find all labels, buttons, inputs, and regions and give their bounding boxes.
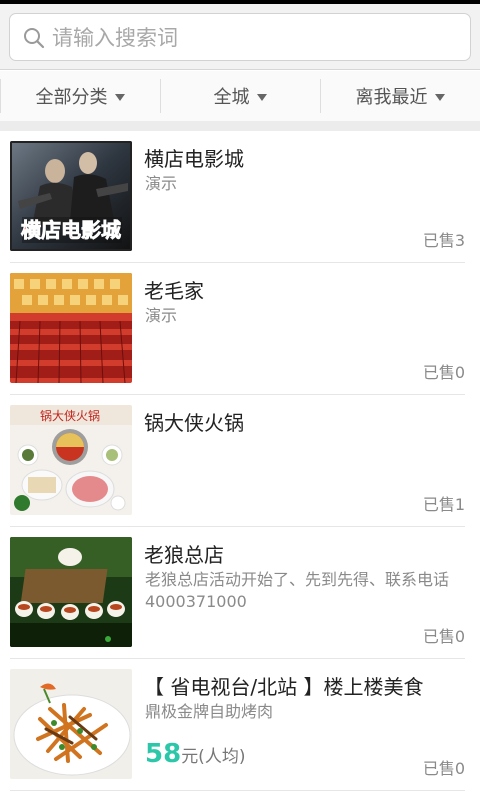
merchant-list: 横店电影城 横店电影城 演示 已售3 老毛家 演示 已售0 锅大侠火锅 锅大侠火… [0, 131, 480, 791]
list-item[interactable]: 老毛家 演示 已售0 [0, 263, 480, 395]
filter-bar: 全部分类 全城 离我最近 [0, 71, 480, 121]
caret-down-icon [434, 94, 445, 101]
caret-down-icon [114, 94, 125, 101]
search-input[interactable] [52, 20, 452, 56]
price-unit: 元(人均) [181, 747, 246, 767]
cinema-poster-image: 横店电影城 [10, 141, 132, 251]
list-item[interactable]: 横店电影城 横店电影城 演示 已售3 [0, 131, 480, 263]
item-sold-count: 已售1 [422, 495, 465, 514]
theater-seats-image [10, 273, 132, 383]
dish-image [10, 669, 132, 779]
item-sold-count: 已售0 [422, 363, 465, 382]
filter-category[interactable]: 全部分类 [0, 71, 160, 121]
hotpot-image: 锅大侠火锅 [10, 405, 132, 515]
item-sold-count: 已售0 [422, 759, 465, 778]
search-box[interactable] [9, 13, 471, 61]
filter-sort[interactable]: 离我最近 [320, 71, 480, 121]
filter-area[interactable]: 全城 [160, 71, 320, 121]
caret-down-icon [256, 94, 267, 101]
item-sold-count: 已售3 [422, 231, 465, 250]
search-icon [24, 28, 45, 49]
list-item[interactable]: 锅大侠火锅 锅大侠火锅 已售1 [0, 395, 480, 527]
item-subtitle: 演示 [145, 174, 178, 193]
item-subtitle: 老狼总店活动开始了、先到先得、联系电话4000371000 [145, 570, 450, 611]
item-sold-count: 已售0 [422, 627, 465, 646]
item-title: 老毛家 [144, 279, 204, 303]
list-item[interactable]: 【 省电视台/北站 】楼上楼美食 鼎极金牌自助烤肉 58元(人均) 已售0 [0, 659, 480, 791]
filter-category-label: 全部分类 [35, 87, 108, 108]
item-title: 横店电影城 [144, 147, 244, 171]
item-subtitle: 演示 [145, 306, 178, 325]
divider [10, 790, 465, 791]
item-title: 老狼总店 [144, 543, 224, 567]
tea-set-image [10, 537, 132, 647]
price-value: 58 [145, 739, 182, 769]
item-title: 【 省电视台/北站 】楼上楼美食 [144, 675, 424, 699]
search-bar [0, 4, 480, 70]
item-title: 锅大侠火锅 [144, 411, 244, 435]
filter-area-label: 全城 [213, 87, 250, 108]
section-gap [0, 121, 480, 131]
item-price: 58元(人均) [145, 739, 245, 769]
list-item[interactable]: 老狼总店 老狼总店活动开始了、先到先得、联系电话4000371000 已售0 [0, 527, 480, 659]
filter-sort-label: 离我最近 [355, 87, 428, 108]
item-subtitle: 鼎极金牌自助烤肉 [145, 702, 274, 721]
poster-text: 横店电影城 [21, 218, 121, 242]
hotpot-sign-text: 锅大侠火锅 [40, 408, 100, 423]
